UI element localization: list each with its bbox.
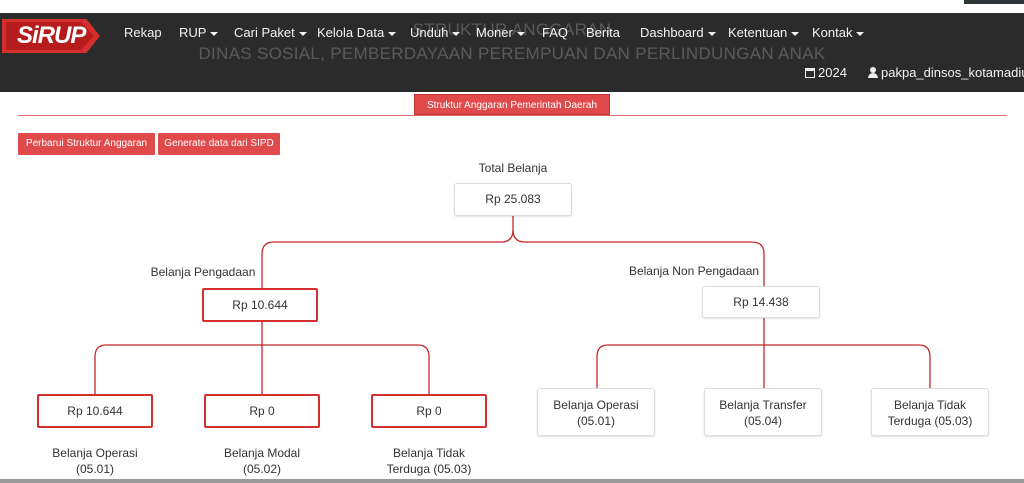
label-line-1: Belanja Tidak [893,398,967,412]
node-value: Rp 10.644 [67,404,123,418]
pengadaan-tidak-terduga-label: Belanja Tidak Terduga (05.03) [369,445,489,477]
non-pengadaan-label: Belanja Non Pengadaan [628,264,760,278]
label-line-2: (05.02) [242,462,282,476]
label-line-2: (05.01) [75,462,115,476]
connector-pengadaan-right [262,344,430,394]
node-pengadaan-operasi[interactable]: Rp 10.644 [37,394,153,428]
pengadaan-label: Belanja Pengadaan [150,265,256,279]
node-belanja-non-pengadaan[interactable]: Rp 14.438 [702,286,820,318]
pengadaan-modal-label: Belanja Modal (05.02) [202,445,322,477]
label-line-2: Terduga (05.03) [887,414,973,428]
label-line-2: (05.04) [743,414,783,428]
node-value: Rp 0 [249,404,275,418]
node-pengadaan-modal[interactable]: Rp 0 [204,394,320,428]
node-total-belanja[interactable]: Rp 25.083 [454,183,572,216]
label-line-2: Terduga (05.03) [386,462,472,476]
node-belanja-pengadaan[interactable]: Rp 10.644 [202,288,318,322]
node-value: Rp 14.438 [733,295,789,309]
root-label: Total Belanja [478,161,548,175]
bottom-scroll-edge [0,479,1024,483]
node-value: Rp 0 [416,404,442,418]
node-nonpengadaan-operasi[interactable]: Belanja Operasi (05.01) [537,388,655,436]
pengadaan-operasi-label: Belanja Operasi (05.01) [35,445,155,477]
node-value: Rp 10.644 [232,298,288,312]
connector-nonpengadaan-left [596,344,764,388]
node-pengadaan-tidak-terduga[interactable]: Rp 0 [371,394,487,428]
label-line-1: Belanja Tidak [392,446,466,460]
node-nonpengadaan-tidak-terduga[interactable]: Belanja Tidak Terduga (05.03) [871,388,989,436]
label-line-2: (05.01) [576,414,616,428]
label-line-1: Belanja Transfer [719,398,807,412]
label-line-1: Belanja Modal [223,446,301,460]
connector-root [261,216,514,288]
label-line-1: Belanja Operasi [52,446,138,460]
connector-pengadaan-left [94,344,262,394]
connector-nonpengadaan-right [764,344,931,388]
node-nonpengadaan-transfer[interactable]: Belanja Transfer (05.04) [704,388,822,436]
label-line-1: Belanja Operasi [553,398,639,412]
node-value: Rp 25.083 [485,192,541,206]
